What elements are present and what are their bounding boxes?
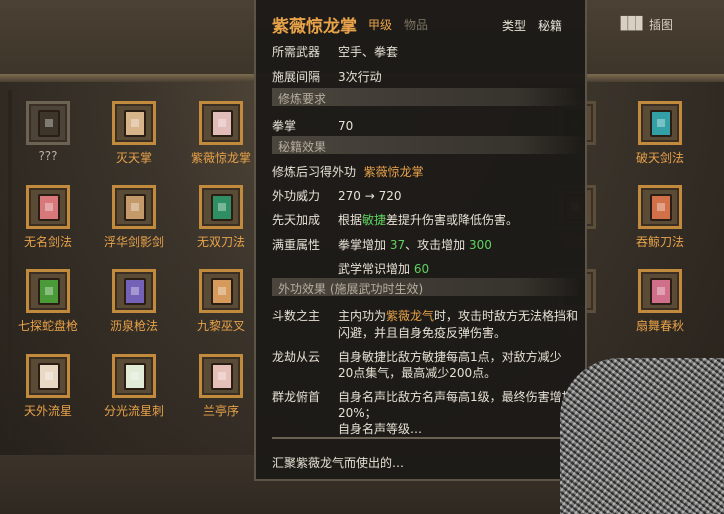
- book-icon: [211, 363, 233, 390]
- qun-row-2: 20%；: [338, 406, 377, 420]
- book-icon: [650, 278, 672, 305]
- learn-row: 修炼后习得外功 紫薇惊龙掌: [272, 165, 424, 179]
- qun-row: 群龙俯首 自身名声比敌方名声每高1级，最终伤害增加: [272, 390, 574, 404]
- description: 汇聚紫薇龙气而使出的…: [272, 456, 405, 470]
- qun-row-3: 自身名声等级…: [338, 422, 423, 436]
- book-item[interactable]: 分光流星刺: [98, 354, 170, 419]
- book-item[interactable]: 灭天掌: [98, 101, 170, 166]
- bonus-row: 先天加成 根据敏捷差提升伤害或降低伤害。: [272, 213, 519, 227]
- tooltip-title: 紫薇惊龙掌: [272, 17, 357, 37]
- effect-header: 秘籍效果: [272, 136, 582, 154]
- book-item[interactable]: 破天剑法: [624, 101, 696, 166]
- divider: [272, 437, 582, 439]
- book-icon: [38, 110, 60, 137]
- type-label: 类型: [502, 19, 527, 33]
- dou-row-2: 闪避，并且自身免疫反弹伤害。: [338, 326, 507, 340]
- book-item[interactable]: 沥泉枪法: [98, 269, 170, 334]
- corrupted-region: [560, 358, 724, 514]
- type-value: 秘籍: [538, 19, 563, 33]
- item-tooltip: 紫薇惊龙掌 甲级 物品 类型 秘籍 所需武器 空手、拳套 施展间隔 3次行动 修炼要…: [254, 0, 587, 481]
- book-item[interactable]: 扇舞春秋: [624, 269, 696, 334]
- book-item[interactable]: 九黎巫叉: [185, 269, 257, 334]
- interval-row: 施展间隔 3次行动: [272, 70, 382, 84]
- requirement-header: 修炼要求: [272, 88, 582, 106]
- book-icon: [124, 110, 146, 137]
- book-item[interactable]: 浮华剑影剑: [98, 185, 170, 250]
- book-icon: [211, 278, 233, 305]
- book-item[interactable]: 七探蛇盘枪: [12, 269, 84, 334]
- book-icon: [650, 110, 672, 137]
- book-icon: [211, 194, 233, 221]
- book-icon: [124, 194, 146, 221]
- book-stack-icon: ▮▮▮: [619, 11, 644, 33]
- requirement-row: 拳掌 70: [272, 119, 354, 133]
- book-icon: [38, 194, 60, 221]
- long-row-2: 20点集气，最高减少200点。: [338, 366, 497, 380]
- book-item[interactable]: ???: [12, 101, 84, 163]
- book-item[interactable]: 吞鲸刀法: [624, 185, 696, 250]
- book-item[interactable]: 兰亭序: [185, 354, 257, 419]
- long-row: 龙劫从云 自身敏捷比敌方敏捷每高1点，对敌方减少: [272, 350, 562, 364]
- grade-badge: 甲级: [368, 18, 393, 32]
- book-icon: [211, 110, 233, 137]
- full-attr-row-2: 武学常识增加 60: [338, 262, 430, 276]
- book-icon: [38, 363, 60, 390]
- book-item-selected[interactable]: 紫薇惊龙掌: [185, 101, 257, 166]
- external-effect-header: 外功效果 (施展武功时生效): [272, 278, 582, 296]
- book-item[interactable]: 天外流星: [12, 354, 84, 419]
- book-item[interactable]: 无名剑法: [12, 185, 84, 250]
- full-attr-row: 满重属性 拳掌增加 37、攻击增加 300: [272, 238, 492, 252]
- book-icon: [124, 278, 146, 305]
- book-icon: [124, 363, 146, 390]
- dou-row: 斗数之主 主内功为紫薇龙气时，攻击时敌方无法格挡和: [272, 309, 579, 323]
- book-item[interactable]: 无双刀法: [185, 185, 257, 250]
- goods-tab: 物品: [404, 18, 429, 32]
- book-icon: [38, 278, 60, 305]
- book-icon: [650, 194, 672, 221]
- power-row: 外功威力 270 → 720: [272, 189, 402, 203]
- weapon-row: 所需武器 空手、拳套: [272, 45, 399, 59]
